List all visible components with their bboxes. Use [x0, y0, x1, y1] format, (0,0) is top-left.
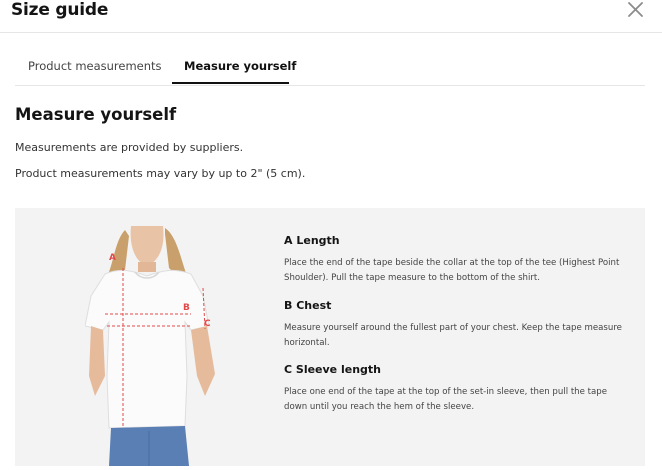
- guide-chest-text: Measure yourself around the fullest part…: [284, 323, 622, 348]
- marker-b: B: [183, 303, 190, 313]
- modal-title: Size guide: [11, 0, 109, 20]
- section-heading: Measure yourself: [15, 105, 177, 124]
- guide-length-title: A Length: [284, 234, 340, 247]
- guide-length-text: Place the end of the tape beside the col…: [284, 258, 620, 283]
- info-line-suppliers: Measurements are provided by suppliers.: [15, 141, 244, 154]
- tab-product-measurements[interactable]: Product measurements: [28, 59, 162, 73]
- measurement-panel: A B C A Length Place the end of the tape…: [15, 208, 645, 466]
- guide-chest-title: B Chest: [284, 299, 332, 312]
- modal-header: Size guide: [0, 0, 662, 33]
- guide-sleeve-title: C Sleeve length: [284, 363, 382, 376]
- measurement-figure: A B C: [84, 226, 235, 466]
- marker-c: C: [204, 319, 211, 329]
- info-line-variance: Product measurements may vary by up to 2…: [15, 167, 306, 180]
- guide-sleeve-length: C Sleeve length Place one end of the tap…: [284, 363, 624, 415]
- tab-measure-yourself[interactable]: Measure yourself: [184, 59, 296, 73]
- active-tab-indicator: [172, 82, 289, 84]
- guide-chest: B Chest Measure yourself around the full…: [284, 299, 624, 351]
- marker-a: A: [109, 253, 116, 263]
- tab-bar: Product measurements Measure yourself: [15, 50, 645, 86]
- guide-sleeve-text: Place one end of the tape at the top of …: [284, 387, 608, 412]
- guide-length: A Length Place the end of the tape besid…: [284, 234, 624, 286]
- close-icon[interactable]: [624, 0, 646, 20]
